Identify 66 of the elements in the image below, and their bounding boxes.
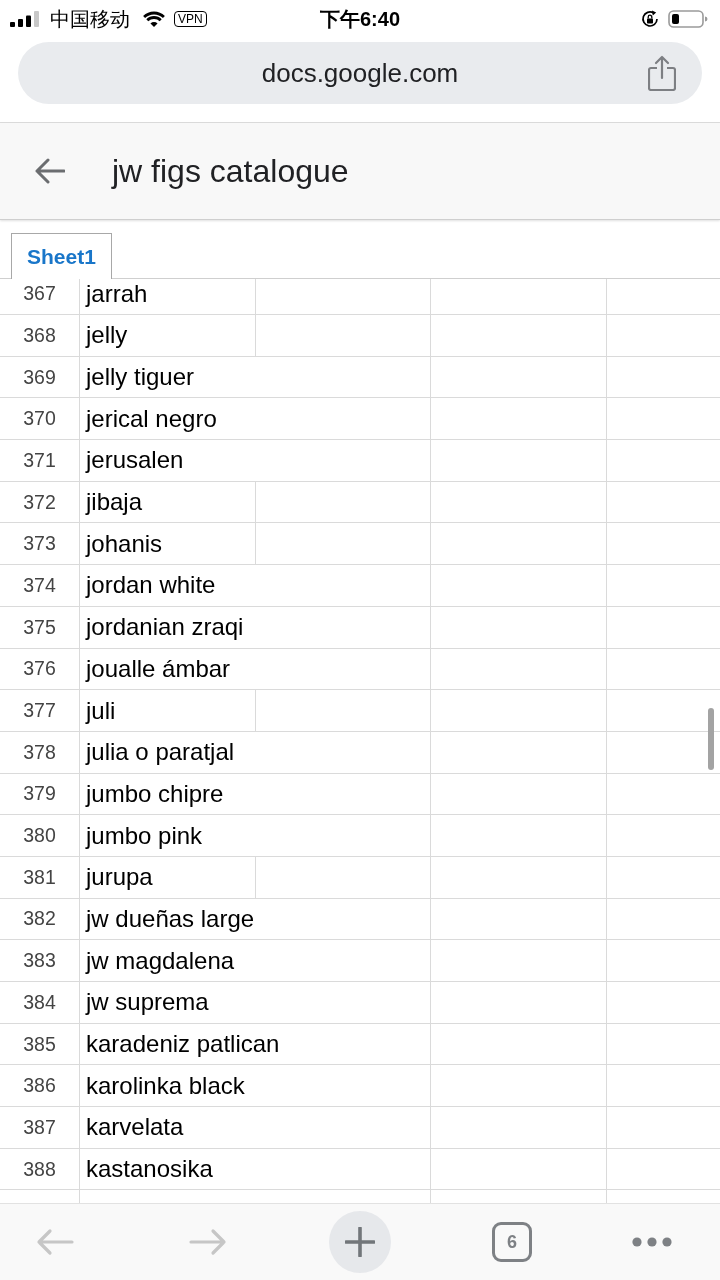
row-number: 383: [0, 940, 80, 981]
row-number: 372: [0, 481, 80, 523]
row-number: 378: [0, 731, 80, 773]
table-cell[interactable]: jw magdalena: [80, 940, 431, 981]
row-number: 381: [0, 856, 80, 898]
table-cell[interactable]: karvelata: [80, 1107, 431, 1148]
row-number: 388: [0, 1148, 80, 1190]
table-cell[interactable]: jelly tiguer: [80, 356, 431, 398]
row-number: 369: [0, 356, 80, 398]
tabs-button[interactable]: 6: [492, 1222, 532, 1262]
table-cell[interactable]: jibaja: [80, 481, 256, 523]
back-arrow-icon: [34, 158, 65, 184]
table-cell[interactable]: jelly: [80, 315, 256, 356]
table-cell[interactable]: joualle ámbar: [80, 648, 431, 690]
row-number: 367: [0, 279, 80, 314]
row-number: 380: [0, 815, 80, 856]
row-number: 377: [0, 690, 80, 731]
row-number: 368: [0, 315, 80, 356]
table-cell[interactable]: jw suprema: [80, 982, 431, 1023]
document-title: jw figs catalogue: [112, 155, 349, 187]
table-cell[interactable]: jurupa: [80, 856, 256, 898]
vpn-badge: VPN: [174, 11, 207, 27]
share-button[interactable]: [648, 55, 676, 91]
row-number: 384: [0, 982, 80, 1023]
battery-icon: [668, 10, 708, 28]
row-number: 379: [0, 773, 80, 815]
table-cell[interactable]: jumbo pink: [80, 815, 431, 856]
table-cell[interactable]: jarrah: [80, 279, 256, 314]
more-icon: [632, 1237, 672, 1247]
more-button[interactable]: [632, 1237, 672, 1247]
address-field[interactable]: docs.google.com: [18, 42, 702, 104]
table-cell[interactable]: kastanosika: [80, 1148, 431, 1190]
row-number: 387: [0, 1107, 80, 1148]
row-number: 375: [0, 606, 80, 648]
table-cell[interactable]: jordan white: [80, 565, 431, 606]
carrier-name: 中国移动: [50, 9, 130, 29]
back-button[interactable]: [34, 158, 65, 184]
table-cell[interactable]: juli: [80, 690, 256, 731]
row-number: 374: [0, 565, 80, 606]
table-cell[interactable]: jerusalen: [80, 440, 431, 481]
sheet-tab[interactable]: Sheet1: [11, 233, 112, 279]
wifi-icon: [142, 10, 166, 28]
row-number: 373: [0, 523, 80, 565]
rotation-lock-icon: [640, 9, 660, 29]
clock-time: 下午6:40: [320, 9, 400, 29]
share-icon: [648, 55, 676, 91]
table-cell[interactable]: julia o paratjal: [80, 731, 431, 773]
row-number: 385: [0, 1023, 80, 1065]
scrollbar-thumb: [708, 708, 714, 770]
table-cell[interactable]: karolinka black: [80, 1065, 431, 1107]
row-number: 371: [0, 440, 80, 481]
row-number: 376: [0, 648, 80, 690]
back-arrow-icon: [36, 1228, 74, 1256]
row-number: 370: [0, 398, 80, 440]
table-cell[interactable]: jordanian zraqi: [80, 606, 431, 648]
row-number: 386: [0, 1065, 80, 1107]
table-cell[interactable]: karadeniz patlican: [80, 1023, 431, 1065]
table-cell[interactable]: jerical negro: [80, 398, 431, 440]
table-cell[interactable]: jw dueñas large: [80, 898, 431, 940]
signal-icon: [10, 11, 40, 27]
row-number: 382: [0, 898, 80, 940]
table-cell[interactable]: jumbo chipre: [80, 773, 431, 815]
plus-icon: [345, 1227, 375, 1257]
table-cell[interactable]: johanis: [80, 523, 256, 565]
url-text: docs.google.com: [261, 60, 459, 86]
forward-arrow-icon: [189, 1228, 227, 1256]
